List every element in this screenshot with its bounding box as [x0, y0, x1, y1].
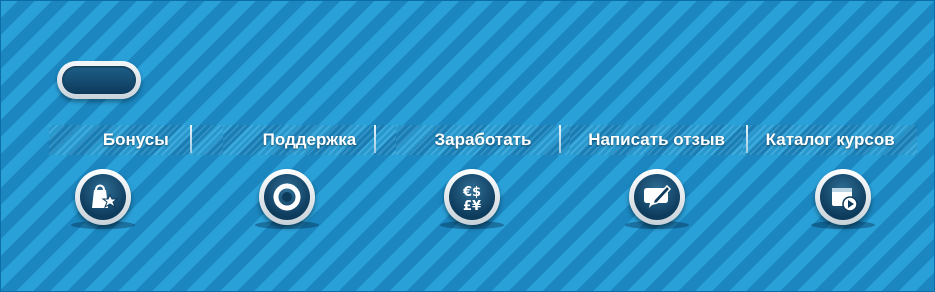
- nav-divider: [746, 125, 748, 153]
- nav-bar: Бонусы Поддержка Заработать Написать отз…: [49, 125, 917, 155]
- nav-item-support[interactable]: Поддержка: [222, 125, 397, 155]
- nav-divider: [559, 125, 561, 153]
- bonuses-icon-button[interactable]: [75, 169, 131, 225]
- nav-item-write-review[interactable]: Написать отзыв: [569, 125, 744, 155]
- course-catalog-icon-disc: [820, 174, 866, 220]
- nav-label-course-catalog: Каталог курсов: [765, 130, 895, 149]
- write-review-icon-button[interactable]: [629, 169, 685, 225]
- nav-label-support: Поддержка: [262, 130, 357, 149]
- pill-button-inner: [62, 66, 136, 94]
- pill-button[interactable]: [57, 61, 141, 99]
- support-icon-disc: [264, 174, 310, 220]
- write-review-icon-disc: [634, 174, 680, 220]
- support-icon-button[interactable]: [259, 169, 315, 225]
- nav-divider: [374, 125, 376, 153]
- nav-divider: [190, 125, 192, 153]
- lifebuoy-icon: [273, 183, 301, 211]
- earn-icon-button[interactable]: €$ £¥: [444, 169, 500, 225]
- currency-glyphs-bottom: £¥: [463, 199, 481, 214]
- gift-bag-icon: [92, 184, 119, 209]
- course-catalog-icon-button[interactable]: [815, 169, 871, 225]
- nav-item-course-catalog[interactable]: Каталог курсов: [743, 125, 917, 155]
- course-catalog-icon: [832, 188, 858, 212]
- nav-label-write-review: Написать отзыв: [588, 130, 725, 149]
- currency-glyphs-top: €$: [462, 185, 481, 200]
- nav-label-earn: Заработать: [434, 130, 532, 149]
- banner: Бонусы Поддержка Заработать Написать отз…: [0, 0, 935, 292]
- earn-icon-disc: €$ £¥: [449, 174, 495, 220]
- bonuses-icon-disc: [80, 174, 126, 220]
- write-review-icon: [644, 184, 672, 208]
- nav-label-bonuses: Бонусы: [102, 130, 169, 149]
- currency-icon: €$ £¥: [462, 185, 481, 214]
- nav-item-earn[interactable]: Заработать: [396, 125, 570, 155]
- nav-item-bonuses[interactable]: Бонусы: [49, 125, 223, 155]
